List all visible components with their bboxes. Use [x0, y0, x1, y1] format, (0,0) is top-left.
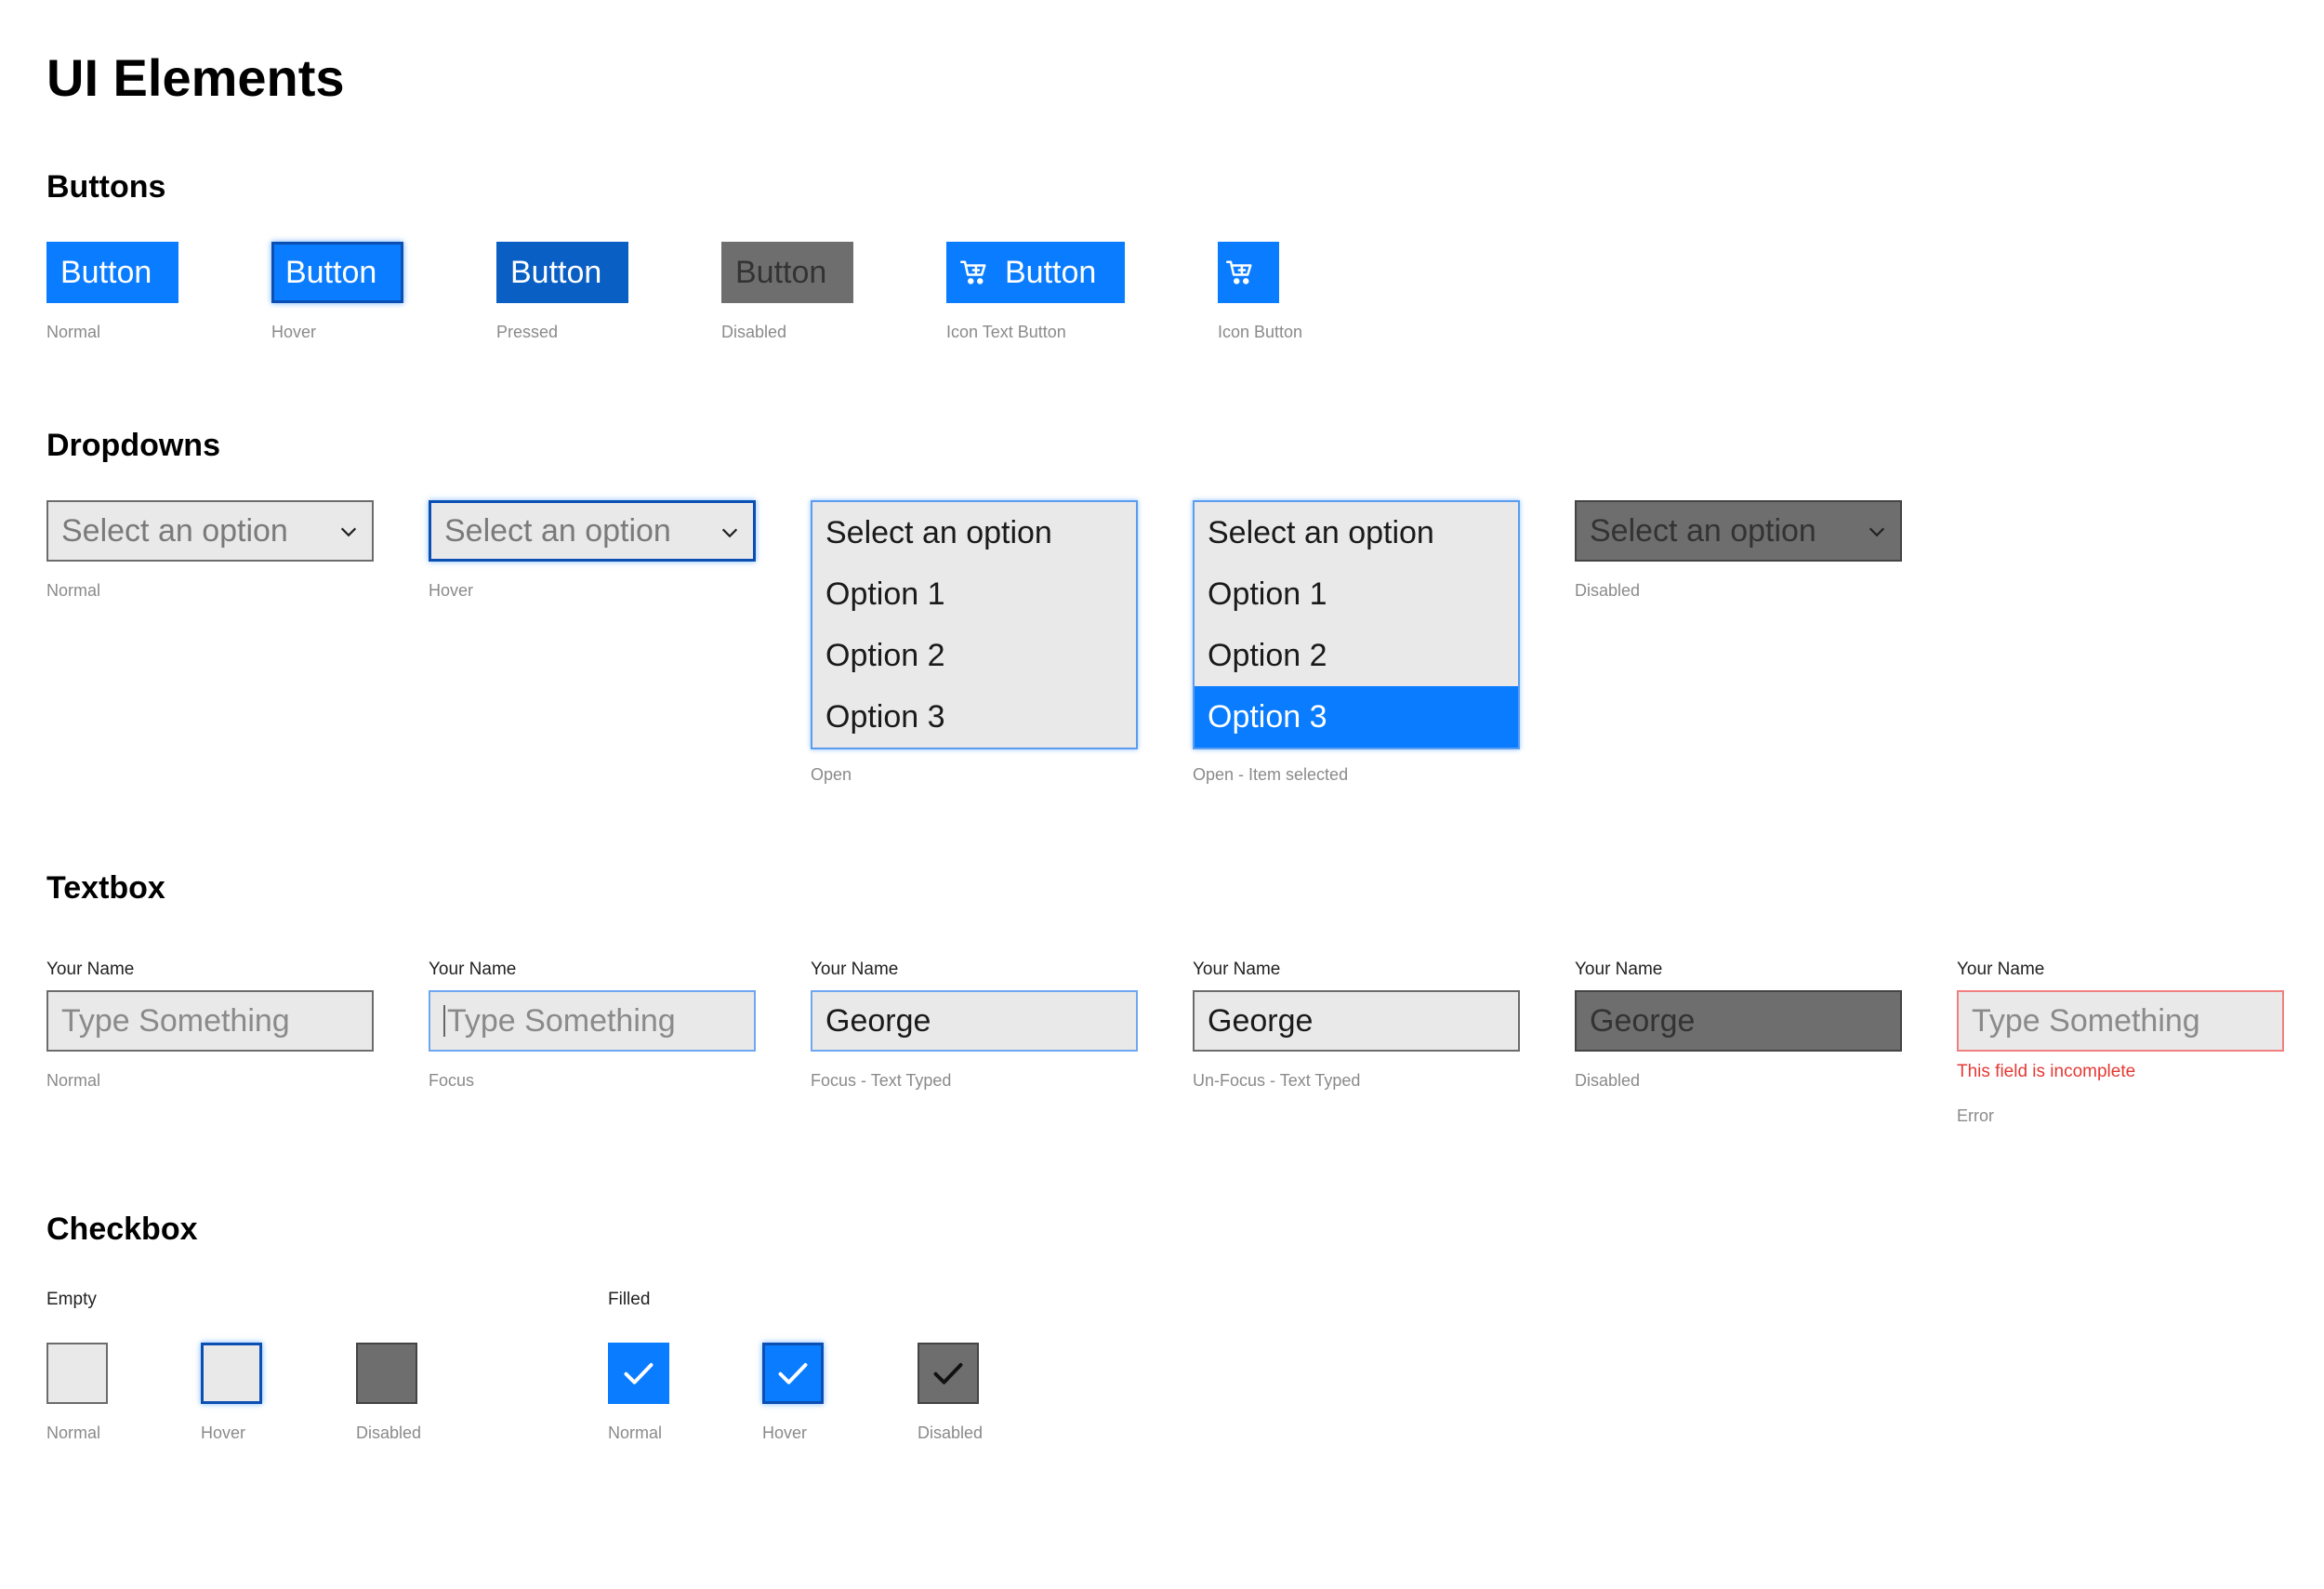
textbox-error-caption: Error: [1957, 1106, 1994, 1125]
dropdown-hover-caption: Hover: [429, 581, 474, 600]
checkbox-caption: Disabled: [356, 1423, 422, 1442]
checkmark-icon: [933, 1363, 963, 1384]
dropdown-disabled-caption: Disabled: [1575, 581, 1641, 600]
dropdown-option[interactable]: Option 2: [812, 625, 1136, 686]
textbox-disabled: George: [1575, 990, 1902, 1052]
checkbox-empty-disabled: [356, 1343, 417, 1404]
textbox-placeholder: Type Something: [61, 1002, 290, 1039]
button-hover[interactable]: Button: [271, 242, 403, 303]
textbox-label: Your Name: [811, 960, 899, 979]
textbox-focus-typed-caption: Focus - Text Typed: [811, 1071, 952, 1090]
dropdown-normal[interactable]: Select an option: [46, 500, 374, 562]
checkbox-caption: Hover: [762, 1423, 808, 1442]
button-normal[interactable]: Button: [46, 242, 178, 303]
textbox-value: George: [1208, 1002, 1314, 1039]
checkbox-section-title: Checkbox: [46, 1212, 198, 1247]
cart-add-icon: [1226, 260, 1252, 285]
textbox-value: George: [825, 1002, 931, 1039]
cart-add-icon: [960, 260, 986, 285]
checkbox-filled-disabled: [918, 1343, 979, 1404]
dropdown-header[interactable]: Select an option: [1195, 502, 1518, 563]
error-message: This field is incomplete: [1957, 1062, 2136, 1081]
dropdowns-section-title: Dropdowns: [46, 428, 220, 463]
checkbox-filled-normal[interactable]: [608, 1343, 669, 1404]
dropdown-option[interactable]: Option 2: [1195, 625, 1518, 686]
dropdown-placeholder: Select an option: [1590, 512, 1816, 549]
dropdown-option-selected[interactable]: Option 3: [1195, 686, 1518, 748]
button-disabled-caption: Disabled: [721, 323, 787, 341]
checkbox-filled-hover[interactable]: [762, 1343, 824, 1404]
dropdown-normal-caption: Normal: [46, 581, 101, 600]
textbox-label: Your Name: [46, 960, 135, 979]
textbox-normal-caption: Normal: [46, 1071, 101, 1090]
checkbox-filled-label: Filled: [608, 1290, 651, 1309]
button-label: Button: [1005, 254, 1097, 290]
button-label: Button: [735, 254, 827, 290]
checkmark-icon: [624, 1363, 654, 1384]
button-label: Button: [60, 254, 152, 290]
button-pressed-caption: Pressed: [496, 323, 559, 341]
textbox-label: Your Name: [1957, 960, 2045, 979]
dropdown-open[interactable]: Select an option Option 1 Option 2 Optio…: [811, 500, 1138, 749]
icon-text-button[interactable]: Button: [946, 242, 1125, 303]
dropdown-header[interactable]: Select an option: [812, 502, 1136, 563]
textbox-error[interactable]: Type Something: [1957, 990, 2284, 1052]
chevron-down-icon: [340, 527, 357, 537]
checkbox-caption: Normal: [46, 1423, 101, 1442]
dropdown-option[interactable]: Option 1: [1195, 563, 1518, 625]
page-title: UI Elements: [46, 48, 345, 107]
icon-button[interactable]: [1218, 242, 1279, 303]
dropdown-open-selected-caption: Open - Item selected: [1193, 765, 1349, 784]
button-pressed[interactable]: Button: [496, 242, 628, 303]
textbox-placeholder: Type Something: [447, 1002, 676, 1039]
button-label: Button: [285, 254, 377, 290]
textbox-focus[interactable]: Type Something: [429, 990, 756, 1052]
textbox-disabled-caption: Disabled: [1575, 1071, 1641, 1090]
textbox-label: Your Name: [1575, 960, 1663, 979]
textbox-focus-typed[interactable]: George: [811, 990, 1138, 1052]
icon-text-button-caption: Icon Text Button: [946, 323, 1066, 341]
dropdown-placeholder: Select an option: [61, 512, 288, 549]
icon-button-caption: Icon Button: [1218, 323, 1303, 341]
textbox-label: Your Name: [1193, 960, 1281, 979]
textbox-section-title: Textbox: [46, 870, 165, 906]
textbox-normal[interactable]: Type Something: [46, 990, 374, 1052]
chevron-down-icon: [721, 528, 738, 538]
dropdown-disabled: Select an option: [1575, 500, 1902, 562]
button-hover-caption: Hover: [271, 323, 317, 341]
checkbox-empty-label: Empty: [46, 1290, 97, 1309]
checkbox-caption: Disabled: [918, 1423, 984, 1442]
textbox-value: George: [1590, 1002, 1696, 1039]
checkbox-empty-normal[interactable]: [46, 1343, 108, 1404]
textbox-label: Your Name: [429, 960, 517, 979]
checkbox-empty-hover[interactable]: [201, 1343, 262, 1404]
dropdown-hover[interactable]: Select an option: [429, 500, 756, 562]
text-cursor: [443, 1005, 445, 1037]
textbox-unfocus-typed-caption: Un-Focus - Text Typed: [1193, 1071, 1361, 1090]
buttons-section-title: Buttons: [46, 169, 166, 205]
button-disabled: Button: [721, 242, 853, 303]
chevron-down-icon: [1868, 527, 1885, 537]
button-label: Button: [510, 254, 602, 290]
dropdown-open-selected[interactable]: Select an option Option 1 Option 2 Optio…: [1193, 500, 1520, 749]
textbox-unfocus-typed[interactable]: George: [1193, 990, 1520, 1052]
checkbox-caption: Hover: [201, 1423, 246, 1442]
dropdown-option[interactable]: Option 3: [812, 686, 1136, 748]
textbox-focus-caption: Focus: [429, 1071, 475, 1090]
dropdown-option[interactable]: Option 1: [812, 563, 1136, 625]
dropdown-open-caption: Open: [811, 765, 852, 784]
checkmark-icon: [778, 1363, 808, 1384]
checkbox-caption: Normal: [608, 1423, 663, 1442]
dropdown-placeholder: Select an option: [444, 512, 671, 549]
textbox-placeholder: Type Something: [1972, 1002, 2200, 1039]
button-normal-caption: Normal: [46, 323, 101, 341]
